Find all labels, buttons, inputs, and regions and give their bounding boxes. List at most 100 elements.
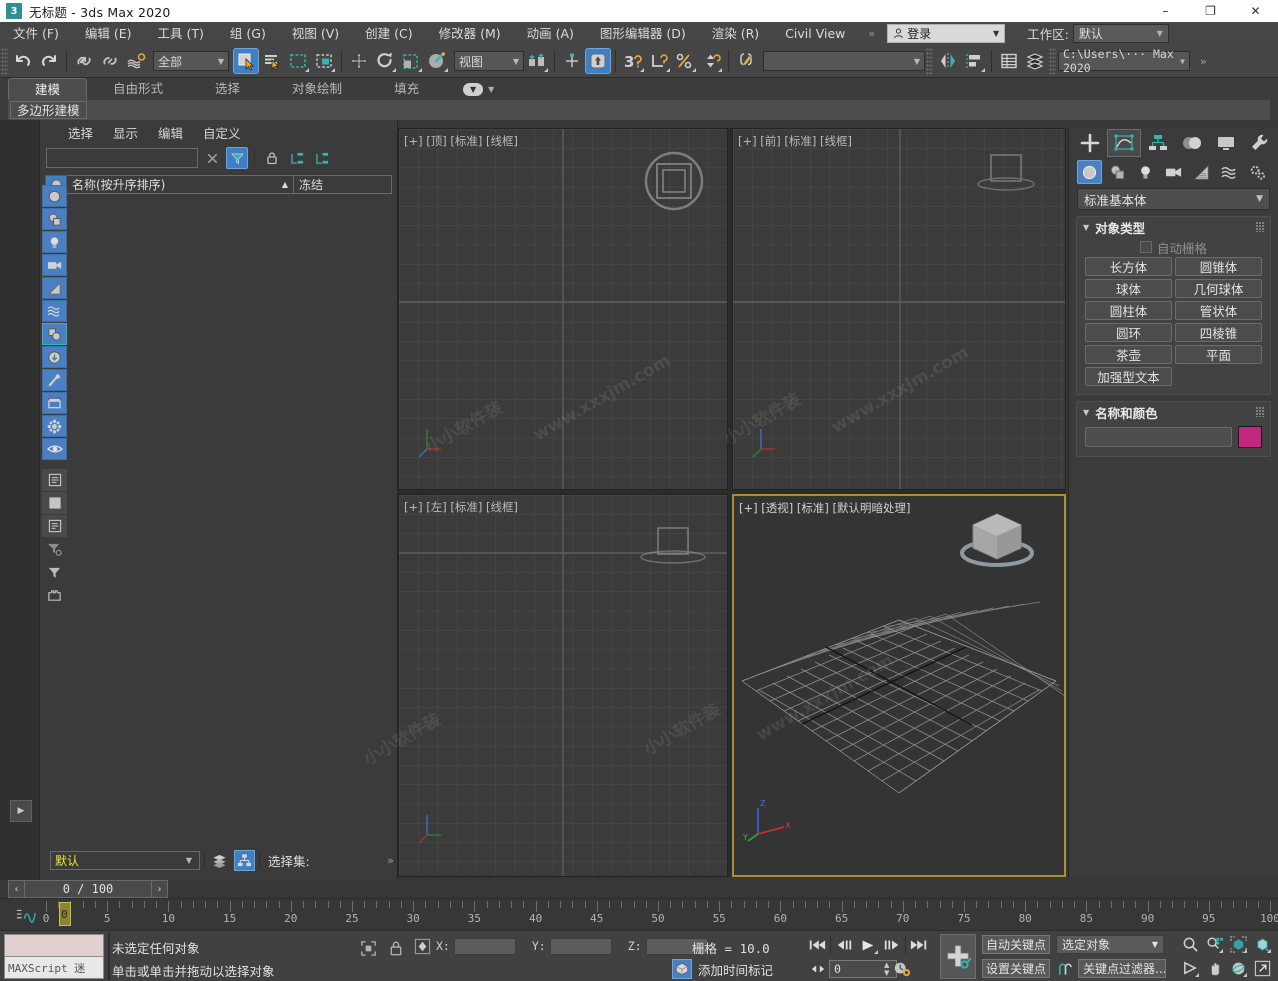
create-torus-button[interactable]: 圆环 [1085,323,1172,342]
previous-frame-icon[interactable] [833,935,855,955]
toolbar-grip-3[interactable] [1049,47,1056,75]
containers-filter-icon[interactable] [42,392,67,414]
maximize-viewport-icon[interactable] [1252,958,1272,978]
align-icon[interactable] [961,48,987,74]
key-filters-icon[interactable] [1056,960,1074,978]
geometry-icon[interactable] [1077,160,1102,184]
maxscript-output-pane[interactable] [5,935,103,957]
create-pyramid-button[interactable]: 四棱锥 [1175,323,1262,342]
objects-list-icon[interactable] [42,492,67,514]
ribbon-tab-selection[interactable]: 选择 [189,78,266,100]
key-target-dropdown[interactable]: 选定对象 ▼ [1056,935,1164,954]
next-frame-button[interactable]: › [151,880,168,898]
menu-civil-view[interactable]: Civil View [772,22,858,45]
percent-snap-icon[interactable] [672,48,698,74]
ribbon-dropdown-icon[interactable]: ▼ [463,82,484,96]
project-folder-dropdown[interactable]: C:\Users\··· Max 2020 ▼ [1058,47,1190,75]
systems-icon[interactable] [1245,160,1270,184]
menu-group[interactable]: 组 (G) [217,22,279,45]
layers-icon[interactable] [209,850,230,871]
key-filters-button[interactable]: 关键点过滤器... [1078,959,1166,978]
create-plane-button[interactable]: 平面 [1175,345,1262,364]
space-warps-icon[interactable] [1217,160,1242,184]
play-animation-icon[interactable] [857,935,879,955]
menu-views[interactable]: 视图 (V) [279,22,352,45]
viewport-top[interactable]: [+] [顶] [标准] [线框] [398,128,728,490]
viewport-perspective[interactable]: Z X Y [+] [透视] [标准] [默认明暗处理] [732,494,1066,877]
properties-list-icon[interactable] [42,515,67,537]
drag-handle-icon[interactable] [1256,222,1264,232]
lights-icon[interactable] [1133,160,1158,184]
next-frame-icon[interactable] [881,935,903,955]
key-mode-toggle-icon[interactable] [810,959,826,979]
create-teapot-button[interactable]: 茶壶 [1085,345,1172,364]
set-key-button[interactable]: 设置关键点 [982,959,1050,978]
spinner-snap-icon[interactable] [698,48,724,74]
go-to-end-icon[interactable] [908,935,930,955]
helpers-icon[interactable] [1189,160,1214,184]
bind-space-warp-icon[interactable] [123,48,149,74]
lock-icon[interactable] [261,147,283,169]
workspace-dropdown[interactable]: 默认 ▼ [1072,24,1169,43]
timeline-track[interactable]: 0 5 10 15 20 25 30 35 40 45 50 55 60 65 70 75 80 85 90 95 10… [43,901,1278,929]
select-object-icon[interactable] [233,48,259,74]
particles-filter-icon[interactable] [42,415,67,437]
helpers-filter-icon[interactable] [42,277,67,299]
go-to-start-icon[interactable] [806,935,828,955]
object-color-swatch[interactable] [1238,426,1262,448]
selection-set-overflow-icon[interactable]: » [387,854,394,867]
field-of-view-icon[interactable] [1180,958,1200,978]
pan-view-icon[interactable] [1204,958,1224,978]
scene-explorer-icon[interactable] [1022,48,1048,74]
clear-icon[interactable] [201,147,223,169]
display-tab-icon[interactable] [1209,129,1243,157]
bones-filter-icon[interactable] [42,369,67,391]
edit-named-selection-sets-icon[interactable] [733,48,759,74]
collapse-all-icon[interactable] [311,147,333,169]
object-type-header[interactable]: ▼ 对象类型 [1077,217,1270,237]
groups-filter-icon[interactable] [42,323,67,345]
expand-all-icon[interactable] [286,147,308,169]
lock-icon[interactable] [386,938,406,958]
track-bar-icon[interactable] [16,906,40,924]
filter-toggle-icon[interactable] [226,147,248,169]
create-tab-icon[interactable] [1073,129,1107,157]
lights-filter-icon[interactable] [42,231,67,253]
create-cone-button[interactable]: 圆锥体 [1175,257,1262,276]
select-by-name-icon[interactable] [259,48,285,74]
add-time-tag-icon[interactable] [672,959,692,979]
toolbar-overflow-icon[interactable]: » [1194,55,1213,68]
cameras-filter-icon[interactable] [42,254,67,276]
menu-graph-editors[interactable]: 图形编辑器 (D) [587,22,699,45]
ribbon-tab-object-paint[interactable]: 对象绘制 [266,78,368,100]
menu-animation[interactable]: 动画 (A) [514,22,587,45]
expand-panel-icon[interactable]: ▶ [10,800,32,822]
named-selection-combo[interactable]: 默认 ▼ [50,850,200,870]
frame-range-display[interactable]: 0 / 100 [25,880,151,898]
menu-edit[interactable]: 编辑 (E) [72,22,145,45]
explorer-object-list[interactable] [45,326,393,840]
modify-tab-icon[interactable] [1107,129,1141,157]
filter-icon[interactable] [42,561,67,583]
selection-filter-dropdown[interactable]: 全部 ▼ [153,51,229,71]
3d-snap-icon[interactable]: 3 [620,48,646,74]
utilities-tab-icon[interactable] [1243,129,1277,157]
drag-handle-icon[interactable] [1256,407,1264,417]
xrefs-filter-icon[interactable] [42,346,67,368]
prev-frame-button[interactable]: ‹ [8,880,25,898]
shapes-icon[interactable] [1105,160,1130,184]
reference-coordinate-dropdown[interactable]: 视图 ▼ [454,51,524,71]
select-and-place-icon[interactable] [424,48,450,74]
selection-lock-icon[interactable] [358,938,378,958]
cameras-icon[interactable] [1161,160,1186,184]
layers-list-icon[interactable] [42,469,67,491]
login-dropdown[interactable]: 登录 ▼ [887,24,1006,43]
zoom-all-icon[interactable] [1204,934,1224,954]
snaps-toggle-icon[interactable] [559,48,585,74]
create-text-plus-button[interactable]: 加强型文本 [1085,367,1172,386]
angle-snap-icon[interactable] [646,48,672,74]
layer-explorer-icon[interactable] [996,48,1022,74]
explorer-menu-edit[interactable]: 编辑 [148,123,193,142]
explorer-menu-select[interactable]: 选择 [58,123,103,142]
zoom-extents-icon[interactable] [1228,934,1248,954]
